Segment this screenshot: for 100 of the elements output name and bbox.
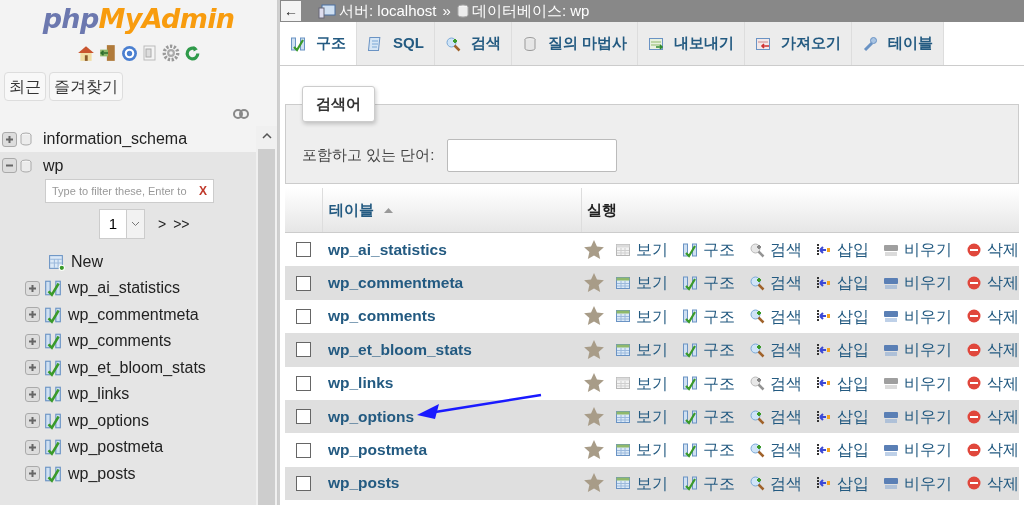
action-link[interactable]: 삽입 xyxy=(837,304,869,329)
table-name-link[interactable]: wp_commentmeta xyxy=(327,274,464,292)
expand-toggle[interactable] xyxy=(25,360,40,376)
action-link[interactable]: 보기 xyxy=(636,438,668,462)
row-checkbox[interactable] xyxy=(295,242,311,258)
sidebar-tab-button[interactable]: 최근 xyxy=(4,72,46,101)
row-checkbox[interactable] xyxy=(295,475,311,491)
filter-field[interactable]: Type to filter these, Enter to X xyxy=(45,179,214,203)
action-link[interactable]: 삭제 xyxy=(987,405,1019,429)
action-link[interactable]: 삽입 xyxy=(837,338,869,362)
action-link[interactable]: 검색 xyxy=(770,338,802,362)
table-name[interactable]: wp_comments xyxy=(68,329,172,354)
back-button[interactable]: ← xyxy=(281,1,301,21)
new-table-link[interactable]: New xyxy=(71,250,103,274)
breadcrumb-link[interactable]: 데이터베이스: wp xyxy=(471,0,590,23)
action-link[interactable]: 보기 xyxy=(636,471,668,496)
exit-door-icon[interactable] xyxy=(98,44,117,62)
action-link[interactable]: 비우기 xyxy=(904,304,952,329)
favorite-star-icon[interactable] xyxy=(583,305,605,328)
last-page-link[interactable]: >> xyxy=(173,213,190,235)
action-link[interactable]: 구조 xyxy=(703,271,735,295)
database-name[interactable]: information_schema xyxy=(43,127,188,151)
action-link[interactable]: 비우기 xyxy=(904,471,952,496)
table-name[interactable]: wp_options xyxy=(68,408,149,433)
action-link[interactable]: 비우기 xyxy=(904,438,952,462)
action-link[interactable]: 검색 xyxy=(770,405,802,429)
action-link[interactable]: 구조 xyxy=(703,405,735,429)
action-link[interactable]: 삽입 xyxy=(837,271,869,295)
action-link[interactable]: 삽입 xyxy=(837,371,869,395)
tab[interactable]: 테이블 xyxy=(852,22,944,65)
action-link[interactable]: 삽입 xyxy=(837,471,869,496)
expand-toggle[interactable] xyxy=(25,280,40,296)
action-link[interactable]: 삭제 xyxy=(987,304,1019,329)
table-name[interactable]: wp_posts xyxy=(68,461,136,486)
column-header[interactable]: 테이블 xyxy=(329,198,374,222)
row-checkbox[interactable] xyxy=(295,308,311,324)
action-link[interactable]: 삭제 xyxy=(987,271,1019,295)
search-field[interactable] xyxy=(446,139,617,172)
clear-filter-button[interactable]: X xyxy=(199,182,207,200)
table-name[interactable]: wp_links xyxy=(68,382,130,407)
action-link[interactable]: 삽입 xyxy=(837,405,869,429)
action-link[interactable]: 삭제 xyxy=(987,371,1019,395)
reload-icon[interactable] xyxy=(183,44,201,62)
favorite-star-icon[interactable] xyxy=(583,439,605,462)
action-link[interactable]: 비우기 xyxy=(904,271,952,295)
tab[interactable]: 내보내기 xyxy=(638,22,745,65)
expand-toggle[interactable] xyxy=(25,439,40,455)
favorite-star-icon[interactable] xyxy=(583,238,605,261)
table-name-link[interactable]: wp_comments xyxy=(327,307,436,325)
action-link[interactable]: 비우기 xyxy=(904,405,952,429)
action-link[interactable]: 구조 xyxy=(703,238,735,262)
table-name-link[interactable]: wp_ai_statistics xyxy=(327,240,447,258)
favorite-star-icon[interactable] xyxy=(583,472,605,495)
collapse-toggle[interactable] xyxy=(2,158,17,173)
action-link[interactable]: 검색 xyxy=(770,438,802,462)
tab[interactable]: 검색 xyxy=(434,22,512,65)
table-name[interactable]: wp_postmeta xyxy=(68,435,164,460)
logo-text[interactable]: phpMyAdmin xyxy=(42,0,235,40)
action-link[interactable]: 검색 xyxy=(770,304,802,329)
action-link[interactable]: 보기 xyxy=(636,338,668,362)
table-name-link[interactable]: wp_links xyxy=(327,374,394,392)
row-checkbox[interactable] xyxy=(295,442,311,458)
action-link[interactable]: 삭제 xyxy=(987,438,1019,462)
favorite-star-icon[interactable] xyxy=(583,405,605,428)
sort-ascending-icon[interactable] xyxy=(384,207,393,213)
expand-toggle[interactable] xyxy=(25,413,40,429)
favorite-star-icon[interactable] xyxy=(583,372,605,395)
expand-toggle[interactable] xyxy=(2,131,17,147)
action-link[interactable]: 보기 xyxy=(636,405,668,429)
tab[interactable]: 가져오기 xyxy=(745,22,852,65)
expand-toggle[interactable] xyxy=(25,307,40,323)
row-checkbox[interactable] xyxy=(295,375,311,391)
table-name-link[interactable]: wp_posts xyxy=(327,474,400,492)
help-icon[interactable] xyxy=(120,44,138,62)
action-link[interactable]: 비우기 xyxy=(904,338,952,362)
action-link[interactable]: 삭제 xyxy=(987,238,1019,262)
action-link[interactable]: 검색 xyxy=(770,271,802,295)
action-link[interactable]: 삭제 xyxy=(987,338,1019,362)
favorite-star-icon[interactable] xyxy=(583,338,605,361)
expand-toggle[interactable] xyxy=(25,386,40,402)
favorite-star-icon[interactable] xyxy=(583,272,605,295)
table-name[interactable]: wp_et_bloom_stats xyxy=(68,355,206,380)
table-name-link[interactable]: wp_postmeta xyxy=(327,441,427,459)
sidebar-tab-button[interactable]: 즐겨찾기 xyxy=(49,72,123,101)
table-name-link[interactable]: wp_options xyxy=(327,407,415,425)
expand-toggle[interactable] xyxy=(25,333,40,349)
database-name[interactable]: wp xyxy=(43,153,64,178)
row-checkbox[interactable] xyxy=(295,409,311,425)
page-select[interactable]: 1 xyxy=(99,209,145,239)
action-link[interactable]: 구조 xyxy=(703,338,735,362)
table-name-link[interactable]: wp_et_bloom_stats xyxy=(327,340,472,358)
action-link[interactable]: 삭제 xyxy=(987,471,1019,496)
breadcrumb-link[interactable]: 서버: localhost xyxy=(339,0,437,23)
link-icon[interactable] xyxy=(233,109,249,119)
scroll-up-icon[interactable] xyxy=(261,132,272,139)
table-name[interactable]: wp_commentmeta xyxy=(68,302,199,327)
next-page-link[interactable]: > xyxy=(158,213,167,235)
action-link[interactable]: 구조 xyxy=(703,471,735,496)
tab[interactable]: 질의 마법사 xyxy=(511,22,638,65)
row-checkbox[interactable] xyxy=(295,342,311,358)
